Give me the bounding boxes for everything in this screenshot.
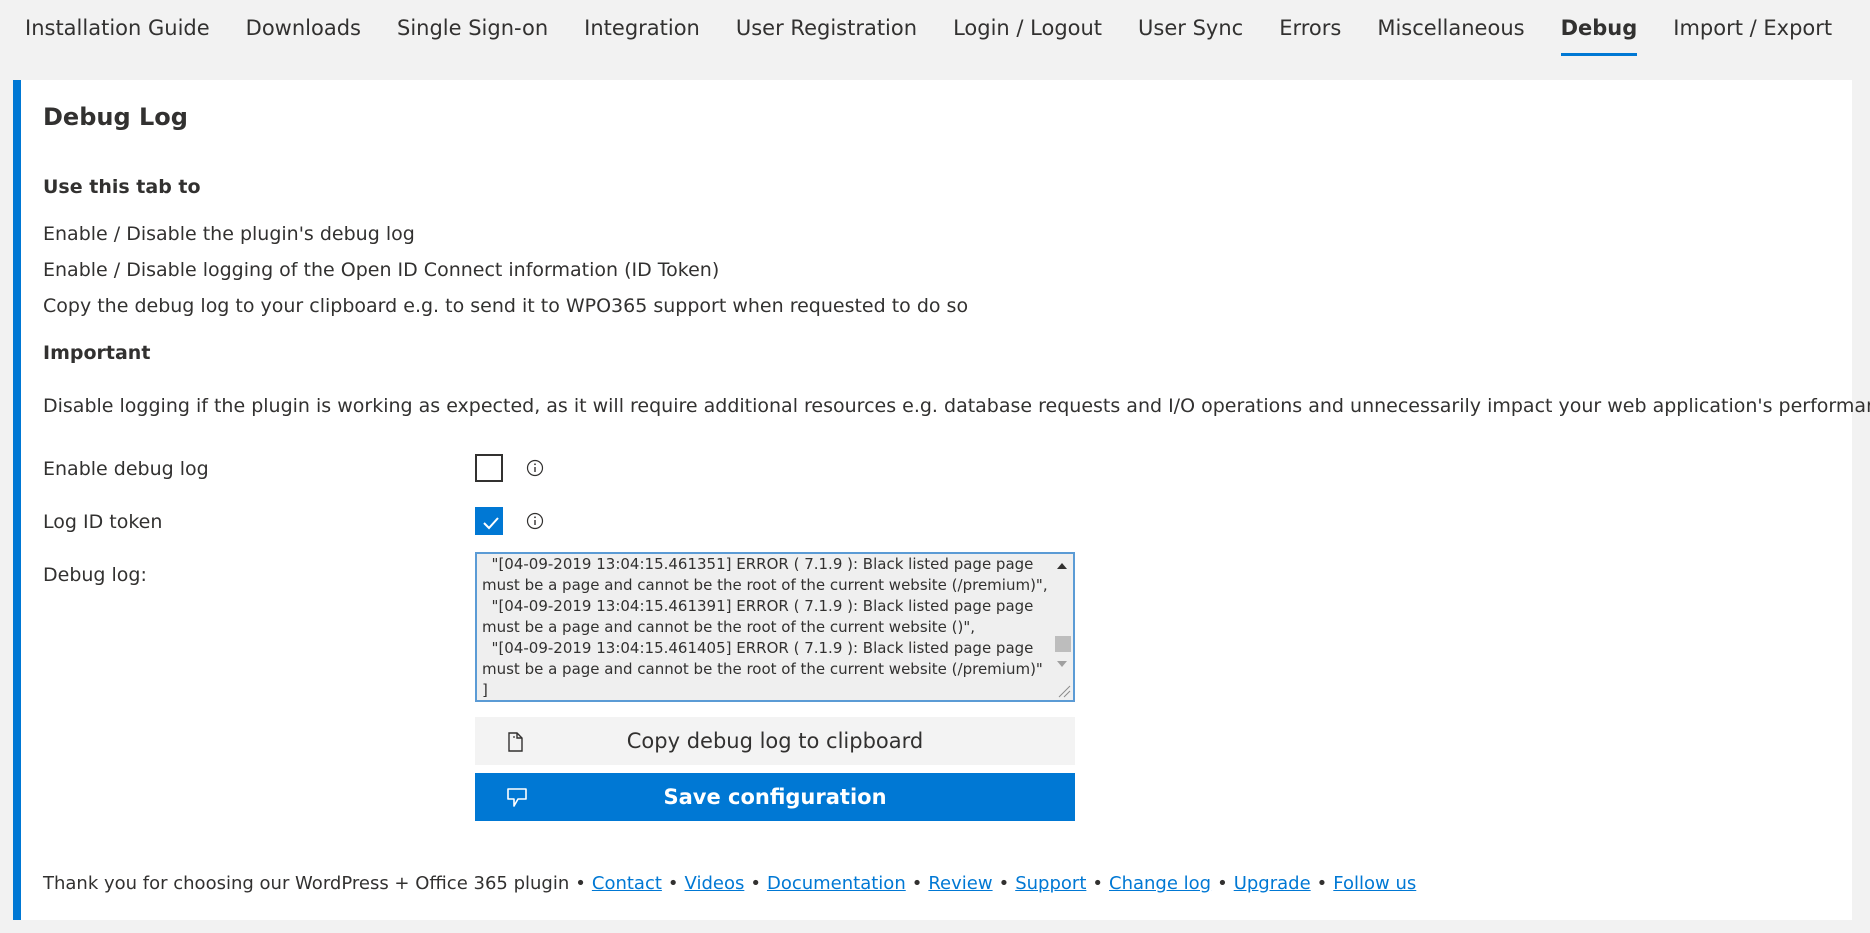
tab-bar: Installation Guide Downloads Single Sign… (0, 0, 1870, 64)
tab-login-logout[interactable]: Login / Logout (953, 0, 1102, 56)
tab-errors[interactable]: Errors (1279, 0, 1341, 56)
intro-heading: Use this tab to (43, 176, 201, 198)
tab-debug[interactable]: Debug (1560, 0, 1637, 56)
footer-link-change-log[interactable]: Change log (1109, 873, 1211, 894)
debug-log-textarea[interactable]: "[04-09-2019 13:04:15.461351] ERROR ( 7.… (475, 552, 1075, 702)
tab-user-registration[interactable]: User Registration (736, 0, 917, 56)
debug-log-content: "[04-09-2019 13:04:15.461351] ERROR ( 7.… (482, 555, 1048, 699)
tab-installation-guide[interactable]: Installation Guide (25, 0, 210, 56)
page-title: Debug Log (43, 103, 188, 131)
footer: Thank you for choosing our WordPress + O… (43, 873, 1417, 894)
scroll-down-icon[interactable] (1056, 660, 1068, 668)
important-text: Disable logging if the plugin is working… (43, 395, 1870, 417)
intro-item-2: Enable / Disable logging of the Open ID … (43, 259, 720, 281)
log-id-token-checkbox[interactable] (475, 507, 503, 535)
scroll-thumb[interactable] (1055, 636, 1071, 652)
debug-log-label: Debug log: (43, 564, 147, 586)
save-button-label: Save configuration (663, 785, 887, 809)
panel-accent-bar (13, 80, 21, 920)
tab-single-sign-on[interactable]: Single Sign-on (397, 0, 548, 56)
resize-grip-icon[interactable] (1057, 684, 1071, 698)
log-id-token-label: Log ID token (43, 511, 163, 533)
tab-integration[interactable]: Integration (584, 0, 700, 56)
footer-link-documentation[interactable]: Documentation (767, 873, 906, 894)
important-heading: Important (43, 342, 151, 364)
thumbs-down-icon (507, 788, 527, 807)
copy-icon (508, 732, 523, 752)
footer-link-support[interactable]: Support (1015, 873, 1086, 894)
footer-link-contact[interactable]: Contact (592, 873, 662, 894)
footer-link-upgrade[interactable]: Upgrade (1234, 873, 1311, 894)
check-icon (483, 517, 499, 530)
save-configuration-button[interactable]: Save configuration (475, 773, 1075, 821)
tab-user-sync[interactable]: User Sync (1138, 0, 1243, 56)
info-icon[interactable] (526, 512, 544, 530)
intro-item-3: Copy the debug log to your clipboard e.g… (43, 295, 969, 317)
copy-debug-log-button[interactable]: Copy debug log to clipboard (475, 717, 1075, 765)
footer-text: Thank you for choosing our WordPress + O… (43, 873, 570, 894)
info-icon[interactable] (526, 459, 544, 477)
tab-downloads[interactable]: Downloads (246, 0, 361, 56)
scroll-up-icon[interactable] (1056, 562, 1068, 570)
footer-link-follow-us[interactable]: Follow us (1333, 873, 1416, 894)
enable-debug-label: Enable debug log (43, 458, 209, 480)
debug-log-scrollbar[interactable] (1051, 554, 1073, 700)
enable-debug-checkbox[interactable] (475, 454, 503, 482)
footer-link-videos[interactable]: Videos (685, 873, 745, 894)
intro-item-1: Enable / Disable the plugin's debug log (43, 223, 415, 245)
tab-import-export[interactable]: Import / Export (1673, 0, 1832, 56)
tab-miscellaneous[interactable]: Miscellaneous (1377, 0, 1524, 56)
footer-link-review[interactable]: Review (928, 873, 992, 894)
copy-button-label: Copy debug log to clipboard (626, 729, 924, 753)
